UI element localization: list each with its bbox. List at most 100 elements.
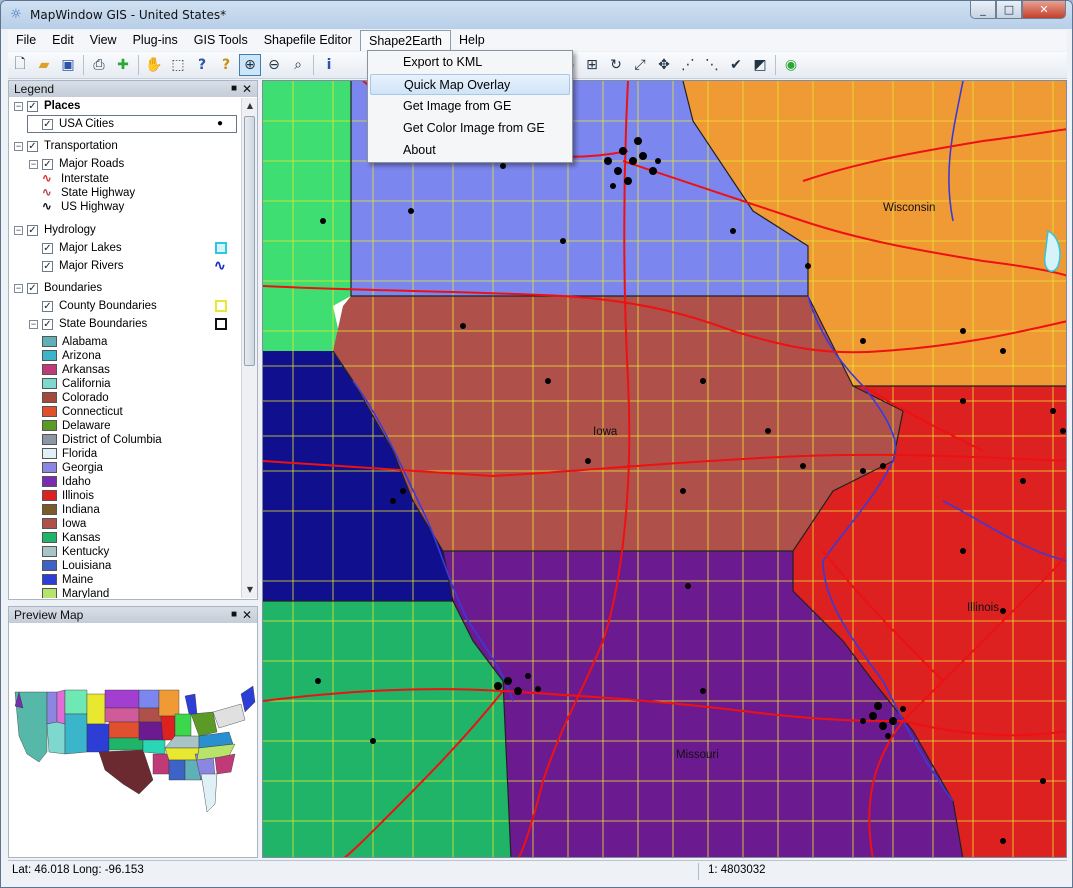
layer-county-boundaries[interactable]: County Boundaries: [59, 298, 157, 314]
pan-hand-icon[interactable]: ✋: [143, 54, 165, 76]
menu-item-export-kml[interactable]: Export to KML: [370, 52, 570, 73]
menu-plugins[interactable]: Plug-ins: [125, 30, 186, 51]
zoom-dropdown-icon[interactable]: ⌕: [287, 54, 309, 76]
shape2earth-dropdown: Export to KML Quick Map Overlay Get Imag…: [367, 50, 573, 163]
collapse-icon[interactable]: −: [29, 160, 38, 169]
save-icon[interactable]: ▣: [57, 54, 79, 76]
menu-file[interactable]: File: [8, 30, 44, 51]
state-name-label: Delaware: [62, 420, 111, 432]
scroll-down-icon[interactable]: ▼: [242, 582, 258, 598]
layer-checkbox[interactable]: ✓: [42, 243, 53, 254]
remove-vertex-icon[interactable]: ⋱: [701, 54, 723, 76]
color-swatch: [42, 574, 57, 586]
collapse-icon[interactable]: −: [14, 284, 23, 293]
preview-map[interactable]: [9, 624, 257, 857]
menu-item-quick-map-overlay[interactable]: Quick Map Overlay: [370, 74, 570, 95]
open-folder-icon[interactable]: ▰: [33, 54, 55, 76]
menu-help[interactable]: Help: [451, 30, 493, 51]
move-icon[interactable]: ✥: [653, 54, 675, 76]
map-label-wisconsin: Wisconsin: [883, 202, 935, 214]
group-hydrology[interactable]: Hydrology: [44, 222, 96, 238]
scroll-thumb[interactable]: [244, 116, 255, 366]
color-swatch: [42, 378, 57, 390]
help-icon[interactable]: ◉: [780, 54, 802, 76]
menu-edit[interactable]: Edit: [44, 30, 82, 51]
layer-usa-cities[interactable]: USA Cities: [59, 116, 114, 132]
collapse-icon[interactable]: −: [14, 226, 23, 235]
layer-major-roads[interactable]: Major Roads: [59, 156, 124, 172]
zoom-in-icon[interactable]: ⊕: [239, 54, 261, 76]
legend-panel: Legend ■ ✕ − ✓ Places ✓ USA Cities ● − ✓…: [8, 80, 258, 600]
legend-title: Legend: [14, 82, 55, 96]
layer-checkbox[interactable]: ✓: [27, 141, 38, 152]
menu-gis-tools[interactable]: GIS Tools: [186, 30, 256, 51]
group-boundaries[interactable]: Boundaries: [44, 280, 102, 296]
title-bar: ☼ MapWindow GIS - United States* _ □ ✕: [1, 1, 1072, 29]
state-name-label: Illinois: [62, 490, 94, 502]
preview-panel: Preview Map ■ ✕: [8, 606, 258, 858]
add-vertex-icon[interactable]: ⋰: [677, 54, 699, 76]
rotate-icon[interactable]: ↻: [605, 54, 627, 76]
snap-icon[interactable]: ⊞: [581, 54, 603, 76]
group-transportation[interactable]: Transportation: [44, 138, 118, 154]
group-places[interactable]: Places: [44, 98, 80, 114]
color-swatch: [42, 462, 57, 474]
state-name-label: Arizona: [62, 350, 101, 362]
layer-checkbox[interactable]: ✓: [42, 301, 53, 312]
print-icon[interactable]: ⎙: [88, 54, 110, 76]
window-title: MapWindow GIS - United States*: [30, 8, 227, 22]
resize-icon[interactable]: ⤢: [629, 54, 651, 76]
menu-shape2earth[interactable]: Shape2Earth: [359, 30, 451, 51]
layer-checkbox[interactable]: ✓: [42, 119, 53, 130]
add-layer-icon[interactable]: ✚: [112, 54, 134, 76]
layer-checkbox[interactable]: ✓: [27, 225, 38, 236]
close-icon[interactable]: ✕: [242, 81, 252, 97]
us-highway-symbol-icon: ∿: [42, 201, 52, 213]
identify-icon[interactable]: ?: [191, 54, 213, 76]
state-name-label: Idaho: [62, 476, 91, 488]
state-symbol-icon: [215, 318, 227, 330]
legend-scrollbar[interactable]: ▲ ▼: [241, 98, 257, 598]
query-icon[interactable]: ?: [215, 54, 237, 76]
close-icon[interactable]: ✕: [242, 607, 252, 623]
scroll-up-icon[interactable]: ▲: [242, 98, 258, 114]
collapse-icon[interactable]: −: [14, 102, 23, 111]
menu-item-get-color-image-ge[interactable]: Get Color Image from GE: [370, 118, 570, 139]
layer-state-boundaries[interactable]: State Boundaries: [59, 316, 147, 332]
us-overview-map: [14, 685, 256, 813]
info-icon[interactable]: i: [318, 54, 340, 76]
collapse-icon[interactable]: −: [29, 320, 38, 329]
select-shape-icon[interactable]: ◩: [749, 54, 771, 76]
collapse-icon[interactable]: −: [14, 142, 23, 151]
map-label-iowa: Iowa: [593, 426, 618, 438]
layer-checkbox[interactable]: ✓: [42, 159, 53, 170]
layer-checkbox[interactable]: ✓: [42, 261, 53, 272]
color-swatch: [42, 392, 57, 404]
state-name-label: Georgia: [62, 462, 103, 474]
layer-checkbox[interactable]: ✓: [27, 101, 38, 112]
menu-shapefile-editor[interactable]: Shapefile Editor: [256, 30, 360, 51]
color-swatch: [42, 420, 57, 432]
minimize-button[interactable]: _: [970, 1, 996, 19]
menu-view[interactable]: View: [82, 30, 125, 51]
layer-checkbox[interactable]: ✓: [42, 319, 53, 330]
river-symbol-icon: ∿: [214, 257, 226, 273]
checkmark-icon[interactable]: ✔: [725, 54, 747, 76]
menu-item-get-image-ge[interactable]: Get Image from GE: [370, 96, 570, 117]
menu-bar: File Edit View Plug-ins GIS Tools Shapef…: [8, 30, 1067, 51]
pin-icon[interactable]: ■: [231, 81, 237, 97]
layer-major-rivers[interactable]: Major Rivers: [59, 258, 124, 274]
layer-checkbox[interactable]: ✓: [27, 283, 38, 294]
menu-item-about[interactable]: About: [370, 140, 570, 161]
maximize-button[interactable]: □: [996, 1, 1022, 19]
color-swatch: [42, 518, 57, 530]
close-button[interactable]: ✕: [1022, 1, 1066, 19]
zoom-out-icon[interactable]: ⊖: [263, 54, 285, 76]
layer-major-lakes[interactable]: Major Lakes: [59, 240, 122, 256]
new-project-icon[interactable]: 🗋: [9, 54, 31, 76]
pin-icon[interactable]: ■: [231, 607, 237, 623]
map-canvas[interactable]: Wisconsin Iowa Illinois Missouri: [262, 80, 1067, 858]
select-icon[interactable]: ⬚: [167, 54, 189, 76]
color-swatch: [42, 476, 57, 488]
status-divider: [698, 863, 699, 880]
